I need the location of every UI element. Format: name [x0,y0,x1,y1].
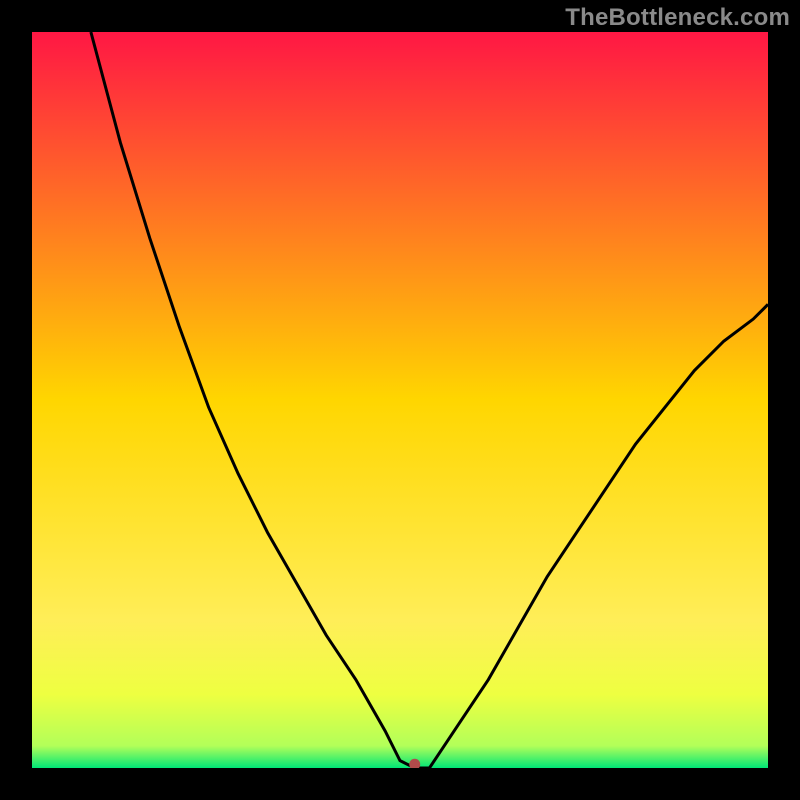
watermark-text: TheBottleneck.com [565,4,790,32]
chart-stage: TheBottleneck.com [0,0,800,800]
gradient-background [32,32,768,768]
chart-svg [32,32,768,768]
plot-area [32,32,768,768]
